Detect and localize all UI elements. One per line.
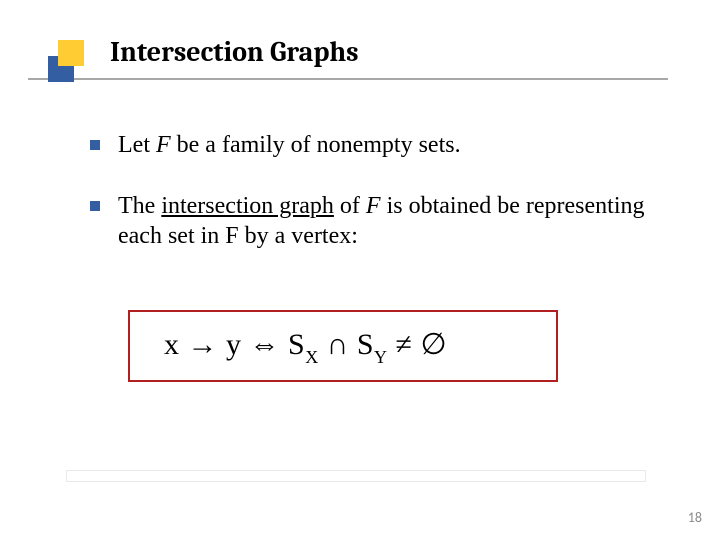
bullet-text-1: Let F be a family of nonempty sets. <box>118 130 461 161</box>
formula-sub-x: X <box>305 347 319 367</box>
bullet-icon <box>90 201 100 211</box>
bullet-icon <box>90 140 100 150</box>
formula-expression: x → y ⇔ SX ∩ SY ≠ ∅ <box>164 327 447 366</box>
list-item: Let F be a family of nonempty sets. <box>90 130 650 161</box>
formula-xy: x → y <box>164 328 242 361</box>
body-content: Let F be a family of nonempty sets. The … <box>90 130 650 282</box>
formula-empty: ∅ <box>421 328 448 361</box>
text-fragment: of <box>334 193 366 219</box>
placeholder-box <box>66 470 646 482</box>
bullet-text-2: The intersection graph of F is obtained … <box>118 191 650 252</box>
italic-fragment: F <box>156 132 171 158</box>
formula-box: x → y ⇔ SX ∩ SY ≠ ∅ <box>128 310 558 382</box>
slide-title: Intersection Graphs <box>110 36 720 68</box>
text-fragment: be a family of nonempty sets. <box>171 132 461 158</box>
title-underline <box>28 78 668 80</box>
title-block: Intersection Graphs <box>0 0 720 68</box>
decor-square-yellow-icon <box>58 40 84 66</box>
underline-fragment: intersection graph <box>161 193 334 219</box>
italic-fragment: F <box>366 193 381 219</box>
text-fragment: The <box>118 193 161 219</box>
formula-ne: ≠ <box>388 328 421 361</box>
page-number: 18 <box>688 509 702 526</box>
slide-root: Intersection Graphs Let F be a family of… <box>0 0 720 540</box>
list-item: The intersection graph of F is obtained … <box>90 191 650 252</box>
formula-iff: ⇔ <box>242 328 289 361</box>
formula-cap: ∩ <box>319 328 357 361</box>
formula-sy: S <box>357 328 374 361</box>
text-fragment: Let <box>118 132 156 158</box>
formula-sx: S <box>288 328 305 361</box>
formula-sub-y: Y <box>374 347 388 367</box>
